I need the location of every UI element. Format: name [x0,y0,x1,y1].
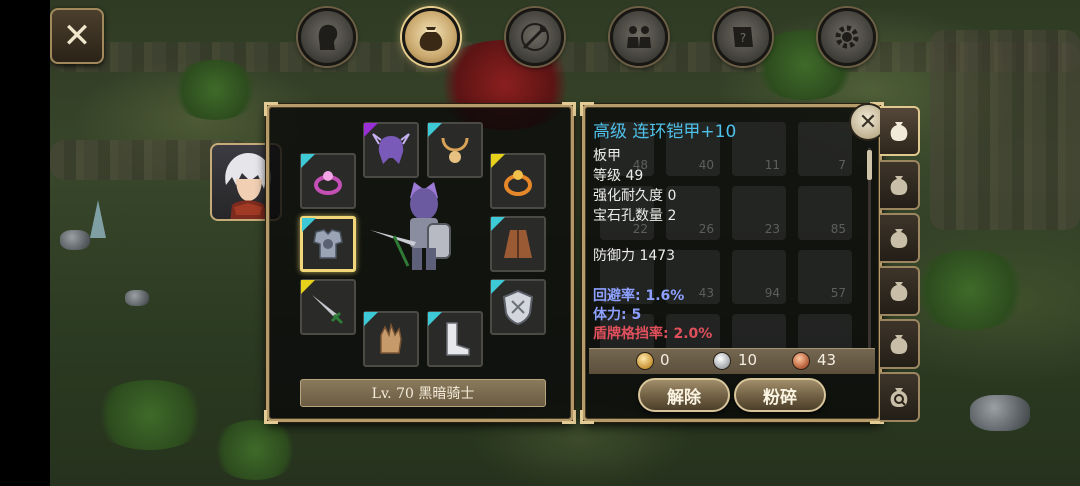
character-model [370,182,451,270]
copper-amount: 43 [817,351,837,369]
tab-skills[interactable] [506,8,564,66]
bag-slot-count: 43 [698,286,714,300]
slot-helmet[interactable] [363,122,419,178]
bag-slot-count: 23 [764,222,780,236]
close-button[interactable]: ✕ [50,8,104,64]
item-durability: 强化耐久度 0 [593,188,677,204]
tab-character[interactable] [298,8,356,66]
character-level-label: Lv. 70 黑暗骑士 [300,379,546,407]
bag-slot-count: 57 [830,286,846,300]
bag-tab-5[interactable] [880,319,920,369]
copper-coin-icon [792,352,810,370]
slot-boots[interactable] [427,311,483,367]
item-gem-slots: 宝石孔数量 2 [593,208,677,224]
cliff-ridge [930,30,1080,230]
rock [970,395,1030,431]
bag-icon [890,122,908,141]
slot-gloves[interactable] [363,311,419,367]
slot-necklace[interactable] [427,122,483,178]
crystal [90,200,106,238]
close-icon: ✕ [858,109,878,135]
slot-cloak[interactable] [490,216,546,272]
bag-slot-count: 26 [698,222,714,236]
tab-quest[interactable]: ? [714,8,772,66]
gold-coin-icon [636,352,654,370]
bag-icon [890,229,908,248]
bag-slot-count: 7 [838,158,846,172]
close-icon: ✕ [62,16,92,56]
bag-icon [890,335,908,354]
scroll-icon: ? [733,27,753,47]
slot-shield[interactable] [490,279,546,335]
bag-icon [890,282,908,301]
bag-tab-2[interactable] [880,160,920,210]
item-stamina-stat: 体力: 5 [593,307,642,323]
bag-tab-1[interactable] [880,106,920,156]
svg-text:?: ? [740,31,746,45]
bag-slot-count: 94 [764,286,780,300]
item-dodge-stat: 回避率: 1.6% [593,288,685,304]
item-title: 高级 连环铠甲+10 [593,122,737,142]
bag-tab-3[interactable] [880,213,920,263]
rock [60,230,90,250]
gear-icon [835,25,859,49]
info-scrollbar-thumb[interactable] [867,150,872,180]
bag-slot-count: 11 [764,158,780,172]
bag-slot-count: 40 [698,158,714,172]
tab-inventory[interactable] [402,8,460,66]
silver-coin-icon [713,352,731,370]
slot-armor[interactable] [300,216,356,272]
item-type: 板甲 [593,148,621,164]
bush [910,250,1030,330]
bag-search-tab[interactable] [880,372,920,422]
bag-icon [890,176,908,195]
slot-amulet[interactable] [490,153,546,209]
rock [125,290,149,306]
silver-amount: 10 [738,351,758,369]
item-defense: 防御力 1473 [593,248,676,264]
tab-settings[interactable] [818,8,876,66]
bush [170,60,260,120]
item-block-stat: 盾牌格挡率: 2.0% [593,326,713,342]
head-icon [318,24,338,50]
people-icon [627,26,651,48]
smash-button[interactable]: 粉碎 [734,378,826,412]
unequip-button[interactable]: 解除 [638,378,730,412]
sword-compass-icon [521,23,549,51]
bag-search-icon [890,388,908,407]
item-level: 等级 49 [593,168,644,184]
bush [210,420,300,480]
bag-tab-4[interactable] [880,266,920,316]
bush [90,380,210,450]
bag-slot-count: 85 [830,222,846,236]
slot-ring[interactable] [300,153,356,209]
bag-icon [419,27,443,51]
gold-amount: 0 [660,351,670,369]
tab-party[interactable] [610,8,668,66]
slot-weapon[interactable] [300,279,356,335]
